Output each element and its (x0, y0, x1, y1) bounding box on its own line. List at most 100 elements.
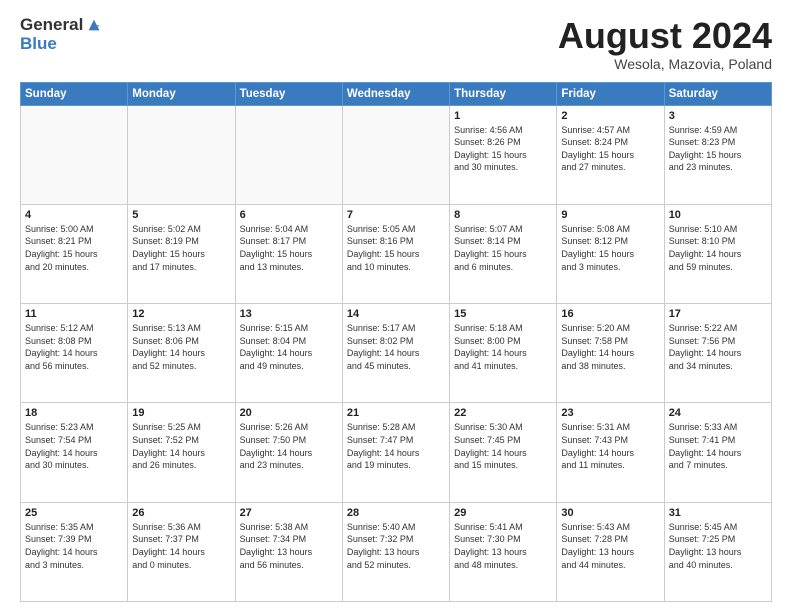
calendar-cell: 8 Sunrise: 5:07 AM Sunset: 8:14 PM Daylig… (450, 204, 557, 303)
title-block: August 2024 Wesola, Mazovia, Poland (558, 16, 772, 72)
calendar-cell: 14 Sunrise: 5:17 AM Sunset: 8:02 PM Dayli… (342, 304, 449, 403)
calendar-cell: 15Sunrise: 5:18 AM Sunset: 8:00 PM Dayli… (450, 304, 557, 403)
logo-icon (85, 16, 103, 34)
day-number: 6 (240, 209, 338, 221)
day-number: 16 (561, 308, 659, 320)
calendar-cell: 31 Sunrise: 5:45 AM Sunset: 7:25 PM Dayli… (664, 502, 771, 601)
day-info: Sunrise: 5:02 AM Sunset: 8:19 PM Dayligh… (132, 223, 230, 273)
day-number: 24 (669, 407, 767, 419)
day-header-thursday: Thursday (450, 82, 557, 105)
calendar-cell: 6 Sunrise: 5:04 AM Sunset: 8:17 PM Daylig… (235, 204, 342, 303)
day-number: 8 (454, 209, 552, 221)
day-number: 20 (240, 407, 338, 419)
calendar-cell: 30 Sunrise: 5:43 AM Sunset: 7:28 PM Dayli… (557, 502, 664, 601)
calendar-cell: 18Sunrise: 5:23 AM Sunset: 7:54 PM Dayli… (21, 403, 128, 502)
day-info: Sunrise: 5:36 AM Sunset: 7:37 PM Dayligh… (132, 521, 230, 571)
calendar-cell: 2 Sunrise: 4:57 AM Sunset: 8:24 PM Daylig… (557, 105, 664, 204)
day-info: Sunrise: 5:20 AM Sunset: 7:58 PM Dayligh… (561, 322, 659, 372)
day-number: 27 (240, 507, 338, 519)
day-number: 1 (454, 110, 552, 122)
day-info: Sunrise: 5:18 AM Sunset: 8:00 PM Dayligh… (454, 322, 552, 372)
calendar-cell: 28 Sunrise: 5:40 AM Sunset: 7:32 PM Dayli… (342, 502, 449, 601)
calendar-cell: 26 Sunrise: 5:36 AM Sunset: 7:37 PM Dayli… (128, 502, 235, 601)
day-number: 30 (561, 507, 659, 519)
calendar-week-1: 1Sunrise: 4:56 AM Sunset: 8:26 PM Daylig… (21, 105, 772, 204)
calendar-cell: 29Sunrise: 5:41 AM Sunset: 7:30 PM Dayli… (450, 502, 557, 601)
calendar-week-3: 11Sunrise: 5:12 AM Sunset: 8:08 PM Dayli… (21, 304, 772, 403)
calendar-cell: 12 Sunrise: 5:13 AM Sunset: 8:06 PM Dayli… (128, 304, 235, 403)
location: Wesola, Mazovia, Poland (558, 56, 772, 72)
day-number: 18 (25, 407, 123, 419)
calendar-cell: 20 Sunrise: 5:26 AM Sunset: 7:50 PM Dayli… (235, 403, 342, 502)
calendar-cell: 19 Sunrise: 5:25 AM Sunset: 7:52 PM Dayli… (128, 403, 235, 502)
day-number: 5 (132, 209, 230, 221)
calendar-cell (128, 105, 235, 204)
calendar-cell: 16 Sunrise: 5:20 AM Sunset: 7:58 PM Dayli… (557, 304, 664, 403)
calendar-cell: 27 Sunrise: 5:38 AM Sunset: 7:34 PM Dayli… (235, 502, 342, 601)
day-header-tuesday: Tuesday (235, 82, 342, 105)
calendar-cell: 3 Sunrise: 4:59 AM Sunset: 8:23 PM Daylig… (664, 105, 771, 204)
day-number: 7 (347, 209, 445, 221)
day-number: 31 (669, 507, 767, 519)
calendar-table: SundayMondayTuesdayWednesdayThursdayFrid… (20, 82, 772, 602)
day-header-friday: Friday (557, 82, 664, 105)
day-info: Sunrise: 5:40 AM Sunset: 7:32 PM Dayligh… (347, 521, 445, 571)
logo: General Blue (20, 16, 103, 53)
day-number: 4 (25, 209, 123, 221)
calendar-cell: 10Sunrise: 5:10 AM Sunset: 8:10 PM Dayli… (664, 204, 771, 303)
day-info: Sunrise: 5:22 AM Sunset: 7:56 PM Dayligh… (669, 322, 767, 372)
calendar-cell: 17Sunrise: 5:22 AM Sunset: 7:56 PM Dayli… (664, 304, 771, 403)
day-info: Sunrise: 5:07 AM Sunset: 8:14 PM Dayligh… (454, 223, 552, 273)
day-info: Sunrise: 5:00 AM Sunset: 8:21 PM Dayligh… (25, 223, 123, 273)
calendar-cell: 9Sunrise: 5:08 AM Sunset: 8:12 PM Daylig… (557, 204, 664, 303)
day-header-wednesday: Wednesday (342, 82, 449, 105)
day-number: 28 (347, 507, 445, 519)
day-info: Sunrise: 5:17 AM Sunset: 8:02 PM Dayligh… (347, 322, 445, 372)
day-number: 14 (347, 308, 445, 320)
day-header-saturday: Saturday (664, 82, 771, 105)
calendar-cell (21, 105, 128, 204)
day-number: 13 (240, 308, 338, 320)
day-number: 9 (561, 209, 659, 221)
day-number: 19 (132, 407, 230, 419)
day-info: Sunrise: 5:15 AM Sunset: 8:04 PM Dayligh… (240, 322, 338, 372)
calendar-cell (235, 105, 342, 204)
day-info: Sunrise: 5:04 AM Sunset: 8:17 PM Dayligh… (240, 223, 338, 273)
day-info: Sunrise: 5:28 AM Sunset: 7:47 PM Dayligh… (347, 421, 445, 471)
day-number: 21 (347, 407, 445, 419)
day-info: Sunrise: 4:57 AM Sunset: 8:24 PM Dayligh… (561, 124, 659, 174)
month-year: August 2024 (558, 16, 772, 56)
day-number: 12 (132, 308, 230, 320)
day-header-sunday: Sunday (21, 82, 128, 105)
day-info: Sunrise: 5:10 AM Sunset: 8:10 PM Dayligh… (669, 223, 767, 273)
day-number: 2 (561, 110, 659, 122)
day-info: Sunrise: 4:59 AM Sunset: 8:23 PM Dayligh… (669, 124, 767, 174)
calendar-cell: 5 Sunrise: 5:02 AM Sunset: 8:19 PM Daylig… (128, 204, 235, 303)
day-info: Sunrise: 5:35 AM Sunset: 7:39 PM Dayligh… (25, 521, 123, 571)
calendar-cell: 24 Sunrise: 5:33 AM Sunset: 7:41 PM Dayli… (664, 403, 771, 502)
day-info: Sunrise: 5:38 AM Sunset: 7:34 PM Dayligh… (240, 521, 338, 571)
calendar-cell: 13 Sunrise: 5:15 AM Sunset: 8:04 PM Dayli… (235, 304, 342, 403)
calendar-cell: 25Sunrise: 5:35 AM Sunset: 7:39 PM Dayli… (21, 502, 128, 601)
day-info: Sunrise: 5:25 AM Sunset: 7:52 PM Dayligh… (132, 421, 230, 471)
logo-blue-text: Blue (20, 35, 103, 54)
calendar-cell: 21 Sunrise: 5:28 AM Sunset: 7:47 PM Dayli… (342, 403, 449, 502)
day-info: Sunrise: 5:43 AM Sunset: 7:28 PM Dayligh… (561, 521, 659, 571)
logo-general-text: General (20, 16, 83, 35)
day-number: 3 (669, 110, 767, 122)
page: General Blue August 2024 Wesola, Mazovia… (0, 0, 792, 612)
header: General Blue August 2024 Wesola, Mazovia… (20, 16, 772, 72)
calendar-cell: 23Sunrise: 5:31 AM Sunset: 7:43 PM Dayli… (557, 403, 664, 502)
day-info: Sunrise: 5:33 AM Sunset: 7:41 PM Dayligh… (669, 421, 767, 471)
calendar-week-2: 4 Sunrise: 5:00 AM Sunset: 8:21 PM Daylig… (21, 204, 772, 303)
day-info: Sunrise: 5:26 AM Sunset: 7:50 PM Dayligh… (240, 421, 338, 471)
calendar-header-row: SundayMondayTuesdayWednesdayThursdayFrid… (21, 82, 772, 105)
calendar-cell: 22Sunrise: 5:30 AM Sunset: 7:45 PM Dayli… (450, 403, 557, 502)
calendar-week-5: 25Sunrise: 5:35 AM Sunset: 7:39 PM Dayli… (21, 502, 772, 601)
day-number: 23 (561, 407, 659, 419)
day-number: 26 (132, 507, 230, 519)
day-info: Sunrise: 5:13 AM Sunset: 8:06 PM Dayligh… (132, 322, 230, 372)
day-info: Sunrise: 5:45 AM Sunset: 7:25 PM Dayligh… (669, 521, 767, 571)
calendar-cell: 4 Sunrise: 5:00 AM Sunset: 8:21 PM Daylig… (21, 204, 128, 303)
calendar-week-4: 18Sunrise: 5:23 AM Sunset: 7:54 PM Dayli… (21, 403, 772, 502)
